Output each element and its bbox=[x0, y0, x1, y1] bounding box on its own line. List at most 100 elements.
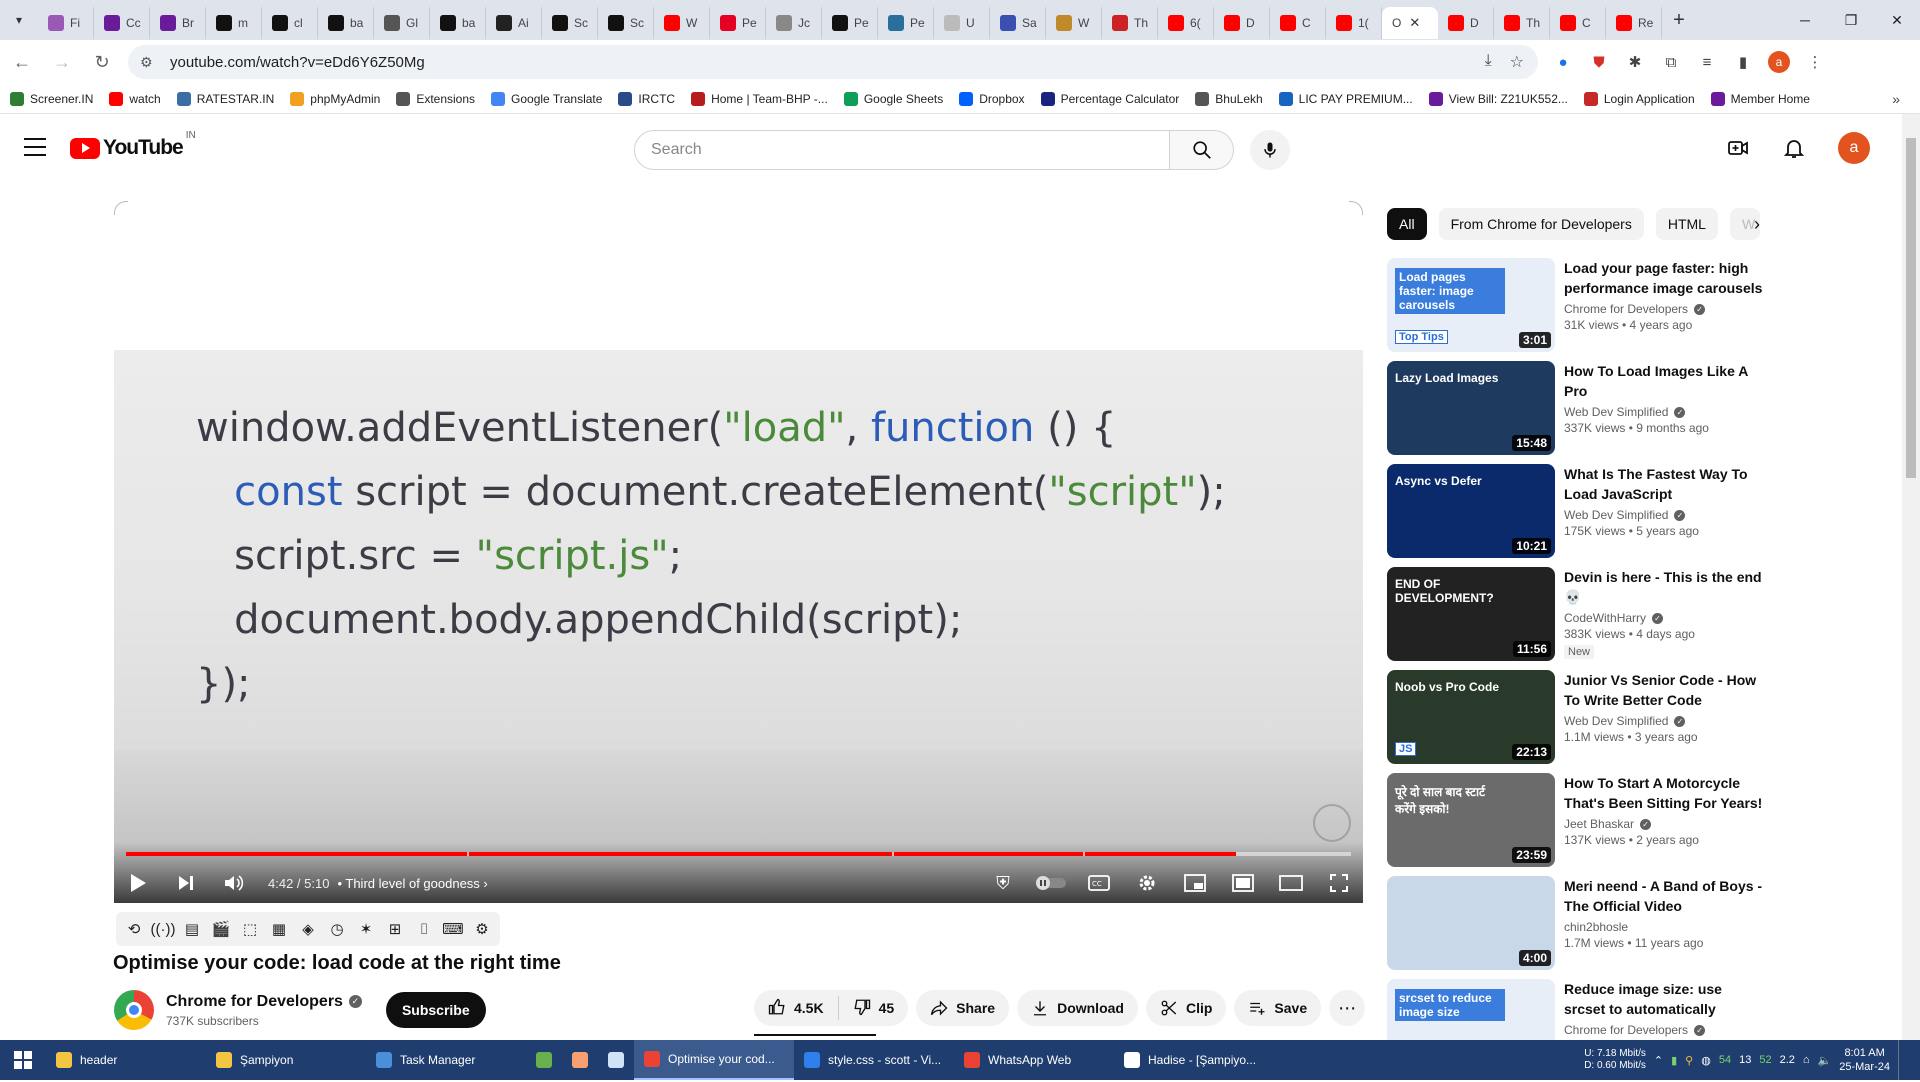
screenshot-icon[interactable]: ⌷ bbox=[412, 917, 436, 941]
taskbar-app[interactable]: Hadise - [Şampiyo... bbox=[1114, 1040, 1274, 1080]
recommendation-title[interactable]: What Is The Fastest Way To Load JavaScri… bbox=[1564, 464, 1764, 504]
subtitles-button[interactable]: CC bbox=[1075, 865, 1123, 901]
tray-app-icon[interactable]: ▮ bbox=[1671, 1054, 1677, 1067]
play-button[interactable] bbox=[114, 865, 162, 901]
bookmark-item[interactable]: Google Translate bbox=[491, 91, 602, 106]
more-actions-button[interactable]: ⋯ bbox=[1329, 990, 1366, 1026]
recommendation-title[interactable]: How To Start A Motorcycle That's Been Si… bbox=[1564, 773, 1764, 813]
taskbar-app[interactable]: style.css - scott - Vi... bbox=[794, 1040, 954, 1080]
recommendation-channel[interactable]: Chrome for Developers bbox=[1564, 302, 1688, 316]
shield-extension-icon[interactable]: ⛊ bbox=[1588, 51, 1610, 73]
taskbar-app[interactable] bbox=[526, 1040, 562, 1080]
recommendation-item[interactable]: Noob vs Pro Code JS 22:13 Junior Vs Senior … bbox=[1387, 670, 1767, 773]
audio-mode-icon[interactable]: ((·)) bbox=[151, 917, 176, 941]
next-button[interactable] bbox=[162, 865, 210, 901]
recommendation-item[interactable]: Async vs Defer 10:21 What Is The Fastest W… bbox=[1387, 464, 1767, 567]
speed-icon[interactable]: ◷ bbox=[325, 917, 349, 941]
browser-tab[interactable]: Ai bbox=[486, 7, 542, 39]
video-thumbnail[interactable]: Load pages faster: image carousels Top Ti… bbox=[1387, 258, 1555, 352]
taskbar-app[interactable]: Task Manager bbox=[366, 1040, 526, 1080]
browser-tab[interactable]: 6( bbox=[1158, 7, 1214, 39]
browser-tab[interactable]: Pe bbox=[878, 7, 934, 39]
browser-tab[interactable]: D bbox=[1214, 7, 1270, 39]
dislike-count[interactable]: 45 bbox=[879, 1000, 895, 1016]
filter-chip[interactable]: HTML bbox=[1655, 208, 1718, 240]
taskbar-app[interactable]: Optimise your cod... bbox=[634, 1040, 794, 1080]
bookmark-item[interactable]: LIC PAY PREMIUM... bbox=[1278, 91, 1413, 106]
progress-bar[interactable] bbox=[126, 852, 1351, 856]
start-button[interactable] bbox=[0, 1040, 46, 1080]
recommendation-item[interactable]: 4:00 Meri neend - A Band of Boys - The Of… bbox=[1387, 876, 1767, 979]
effects-icon[interactable]: ✶ bbox=[354, 917, 378, 941]
loop-icon[interactable]: ⟲ bbox=[122, 917, 146, 941]
media-controls-icon[interactable]: ≡ bbox=[1696, 51, 1718, 73]
cinema-icon[interactable]: 🎬 bbox=[209, 917, 233, 941]
chevron-right-icon[interactable]: › bbox=[1754, 214, 1760, 235]
search-button[interactable] bbox=[1170, 130, 1234, 170]
recommendation-title[interactable]: How To Load Images Like A Pro bbox=[1564, 361, 1764, 401]
taskbar-app[interactable] bbox=[562, 1040, 598, 1080]
bookmark-item[interactable]: Dropbox bbox=[959, 91, 1025, 106]
filter-chip[interactable]: From Chrome for Developers bbox=[1438, 208, 1644, 240]
autoplay-toggle[interactable] bbox=[1027, 865, 1075, 901]
browser-tab[interactable]: D bbox=[1438, 7, 1494, 39]
browser-tab[interactable]: C bbox=[1270, 7, 1326, 39]
bookmark-item[interactable]: Member Home bbox=[1710, 91, 1810, 106]
recommendation-channel[interactable]: Web Dev Simplified bbox=[1564, 714, 1668, 728]
mute-button[interactable] bbox=[210, 865, 258, 901]
like-count[interactable]: 4.5K bbox=[794, 1000, 824, 1016]
miniplayer-button[interactable] bbox=[1171, 865, 1219, 901]
video-thumbnail[interactable]: पूरे दो साल बाद स्टार्ट करेंगे इसको! 23:5… bbox=[1387, 773, 1555, 867]
puzzle-icon[interactable]: ⧉ bbox=[1660, 51, 1682, 73]
volume-tray-icon[interactable]: 🔈 bbox=[1818, 1054, 1832, 1067]
fullscreen-button[interactable] bbox=[1315, 865, 1363, 901]
bookmark-item[interactable]: Google Sheets bbox=[843, 91, 943, 106]
recommendation-item[interactable]: पूरे दो साल बाद स्टार्ट करेंगे इसको! 23:5… bbox=[1387, 773, 1767, 876]
tray-overflow-icon[interactable]: ⌃ bbox=[1654, 1054, 1663, 1067]
recommendation-title[interactable]: Devin is here - This is the end 💀 bbox=[1564, 567, 1764, 607]
extension-icon[interactable]: ✱ bbox=[1624, 51, 1646, 73]
recommendation-channel[interactable]: Jeet Bhaskar bbox=[1564, 817, 1634, 831]
recommendation-channel[interactable]: Web Dev Simplified bbox=[1564, 508, 1668, 522]
browser-tab[interactable]: Pe bbox=[710, 7, 766, 39]
playlist-icon[interactable]: ▤ bbox=[180, 917, 204, 941]
cinema-mode-button[interactable] bbox=[1267, 865, 1315, 901]
taskbar-app[interactable] bbox=[598, 1040, 634, 1080]
theater-mode-button[interactable] bbox=[1219, 865, 1267, 901]
browser-tab[interactable]: C bbox=[1550, 7, 1606, 39]
video-thumbnail[interactable]: END OF DEVELOPMENT? 11:56 bbox=[1387, 567, 1555, 661]
install-app-icon[interactable]: ⤓ bbox=[1485, 52, 1492, 72]
subscribe-button[interactable]: Subscribe bbox=[385, 992, 486, 1028]
browser-tab[interactable]: ba bbox=[318, 7, 374, 39]
recommendation-title[interactable]: Load your page faster: high performance … bbox=[1564, 258, 1764, 298]
notifications-bell-icon[interactable] bbox=[1782, 136, 1806, 160]
bookmark-item[interactable]: BhuLekh bbox=[1195, 91, 1263, 106]
browser-tab[interactable]: Cc bbox=[94, 7, 150, 39]
close-window-button[interactable]: ✕ bbox=[1874, 0, 1920, 40]
address-bar[interactable]: ⚙ youtube.com/watch?v=eDd6Y6Z50Mg ⤓ ☆ bbox=[128, 45, 1538, 79]
browser-tab[interactable]: Fi bbox=[38, 7, 94, 39]
restore-button[interactable]: ❐ bbox=[1828, 0, 1874, 40]
recommendation-title[interactable]: Reduce image size: use srcset to automat… bbox=[1564, 979, 1764, 1019]
channel-avatar[interactable] bbox=[114, 990, 154, 1030]
reload-button[interactable]: ↻ bbox=[84, 44, 120, 80]
share-button[interactable]: Share bbox=[916, 990, 1010, 1026]
video-player[interactable]: window.addEventListener("load", function… bbox=[114, 201, 1363, 903]
video-thumbnail[interactable]: Async vs Defer 10:21 bbox=[1387, 464, 1555, 558]
browser-tab[interactable]: Jc bbox=[766, 7, 822, 39]
chapter-title[interactable]: • Third level of goodness › bbox=[337, 876, 487, 891]
recommendation-channel[interactable]: CodeWithHarry bbox=[1564, 611, 1646, 625]
browser-tab[interactable]: Pe bbox=[822, 7, 878, 39]
channel-name[interactable]: Chrome for Developers bbox=[166, 993, 343, 1010]
bookmark-item[interactable]: View Bill: Z21UK552... bbox=[1428, 91, 1568, 106]
taskbar-app[interactable]: WhatsApp Web bbox=[954, 1040, 1114, 1080]
browser-tab[interactable]: cl bbox=[262, 7, 318, 39]
aspect-ratio-icon[interactable]: ⬚ bbox=[238, 917, 262, 941]
taskbar-app[interactable]: header bbox=[46, 1040, 206, 1080]
keyboard-icon[interactable]: ⌨ bbox=[441, 917, 465, 941]
browser-tab[interactable]: ba bbox=[430, 7, 486, 39]
youtube-logo[interactable]: YouTube IN bbox=[70, 130, 196, 160]
url-text[interactable]: youtube.com/watch?v=eDd6Y6Z50Mg bbox=[170, 54, 425, 71]
browser-tab[interactable]: Th bbox=[1494, 7, 1550, 39]
browser-tab[interactable]: m bbox=[206, 7, 262, 39]
